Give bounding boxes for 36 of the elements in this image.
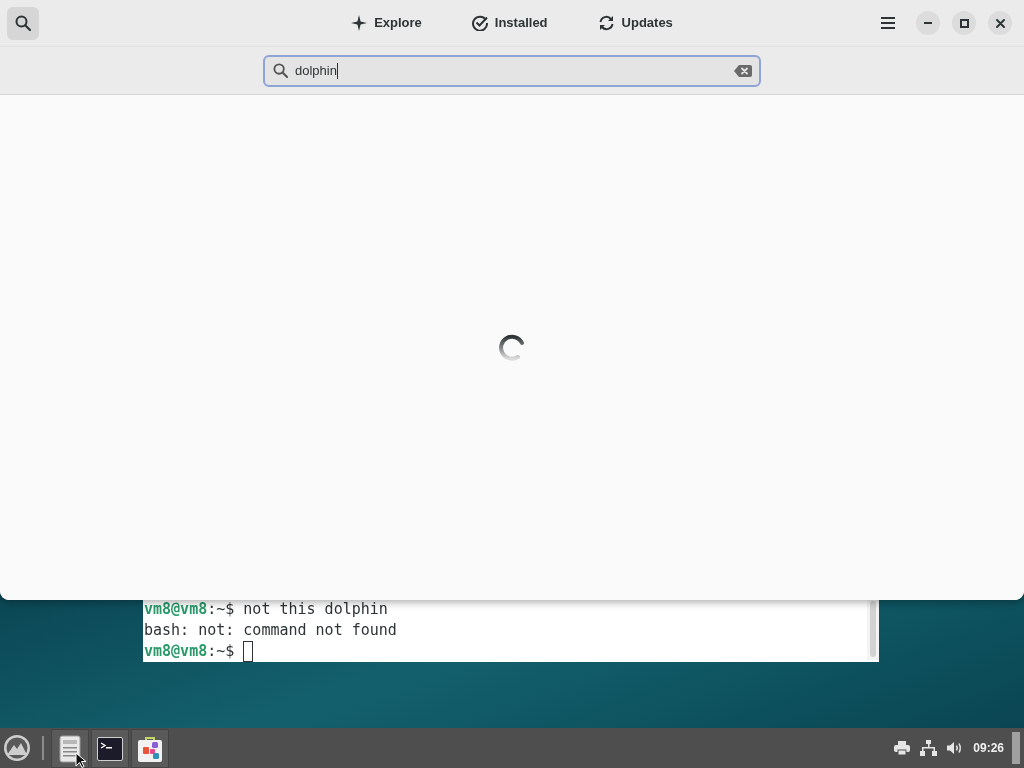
taskbar-app-button[interactable] [91, 729, 129, 768]
search-icon [15, 15, 31, 31]
taskbar-app-button[interactable] [51, 729, 89, 768]
minimize-icon [924, 22, 932, 24]
search-toggle-button[interactable] [7, 6, 39, 40]
taskbar-app-button[interactable] [131, 729, 169, 768]
nav-tab[interactable]: Installed [461, 6, 558, 40]
speaker-icon[interactable] [947, 741, 964, 755]
maximize-icon [959, 18, 969, 28]
scrollbar[interactable] [867, 599, 879, 660]
mountain-logo-icon [3, 734, 31, 762]
clock[interactable]: 09:26 [973, 739, 1004, 757]
search-field[interactable]: dolphin [263, 54, 761, 87]
shopping-bag-icon [137, 734, 163, 763]
nav-tab[interactable]: Updates [587, 6, 683, 40]
network-icon[interactable] [920, 740, 938, 756]
terminal-line: vm8@vm8:~$ not this dolphin [144, 599, 388, 620]
start-menu-button[interactable] [3, 734, 31, 762]
sparkle-icon [351, 15, 368, 31]
clear-icon[interactable] [734, 64, 752, 77]
close-button[interactable] [988, 11, 1012, 35]
search-icon [273, 63, 288, 78]
refresh-icon [597, 15, 615, 31]
document-icon [59, 734, 81, 763]
minimize-button[interactable] [916, 11, 940, 35]
mouse-pointer-icon [75, 752, 87, 768]
check-circle-icon [471, 15, 488, 31]
close-icon [995, 18, 1005, 28]
printer-icon[interactable] [894, 741, 911, 755]
maximize-button[interactable] [952, 11, 976, 35]
menu-icon [881, 17, 895, 29]
spinner-icon [498, 333, 526, 362]
terminal-line: bash: not: command not found [144, 620, 397, 641]
terminal-line: vm8@vm8:~$ [144, 641, 235, 662]
nav-tab[interactable]: Explore [341, 6, 432, 40]
terminal-icon [97, 736, 123, 761]
